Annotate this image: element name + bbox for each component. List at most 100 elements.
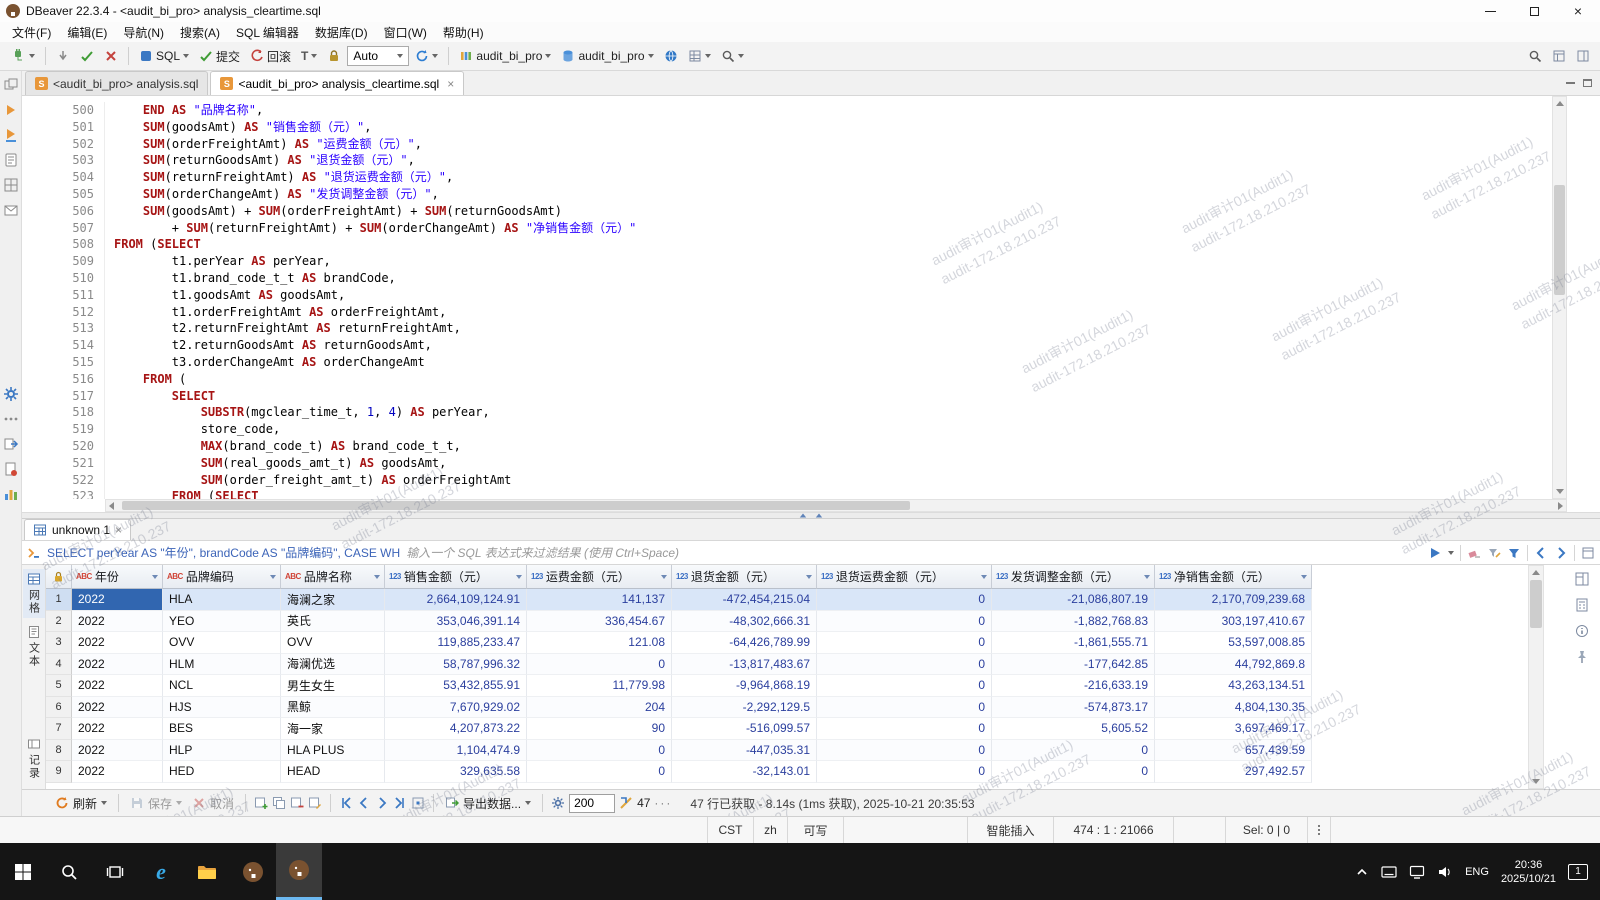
table-cell[interactable]: OVV [281,632,385,654]
table-cell[interactable]: 0 [817,589,992,611]
start-button[interactable] [0,843,46,900]
execute-check-button[interactable] [76,47,98,65]
column-filter-caret[interactable] [1301,574,1307,579]
table-cell[interactable]: 0 [817,718,992,740]
code-line[interactable]: SELECT [114,388,1600,405]
first-page-icon[interactable] [339,796,353,810]
table-cell[interactable]: 4,804,130.35 [1155,696,1312,718]
mail-icon[interactable] [3,202,19,218]
table-cell[interactable]: 0 [992,739,1155,761]
refresh-mode-button[interactable] [411,47,442,65]
column-filter-caret[interactable] [661,574,667,579]
settings-gear-icon[interactable] [3,386,19,402]
taskbar-clock[interactable]: 20:36 2025/10/21 [1501,858,1556,886]
maximize-panel-icon[interactable] [1581,546,1595,560]
pin-panel-icon[interactable] [1574,649,1590,665]
grid-view-tab[interactable]: 网格 [22,569,45,618]
input-language-indicator[interactable]: ENG [1465,866,1489,878]
filter-input-placeholder[interactable]: 输入一个 SQL 表达式来过滤结果 (使用 Ctrl+Space) [406,544,679,561]
value-panel-icon[interactable] [1574,571,1590,587]
code-line[interactable]: SUM(returnFreightAmt) AS "退货运费金额（元）", [114,169,1600,186]
table-cell[interactable]: 58,787,996.32 [385,653,527,675]
statusbar-overflow-button[interactable] [1307,817,1330,843]
column-filter-caret[interactable] [516,574,522,579]
table-cell[interactable]: 0 [817,632,992,654]
record-view-tab[interactable]: 记录 [23,734,45,783]
table-cell[interactable]: HLP [163,739,281,761]
erase-filter-icon[interactable] [1467,546,1481,560]
file-explorer-button[interactable] [184,843,230,900]
table-cell[interactable]: 黑鲸 [281,696,385,718]
result-settings-gear-icon[interactable] [551,796,565,810]
filter-funnel-icon[interactable] [1507,546,1521,560]
table-cell[interactable]: 329,635.58 [385,761,527,783]
table-cell[interactable]: 2022 [72,675,163,697]
row-number[interactable]: 9 [46,761,72,783]
column-header[interactable]: 123 退货运费金额（元） [817,565,992,589]
table-cell[interactable]: 2022 [72,632,163,654]
edit-value-icon[interactable] [308,796,322,810]
table-cell[interactable]: -2,292,129.5 [672,696,817,718]
grid-vertical-scrollbar[interactable] [1528,565,1544,789]
editor-horizontal-scrollbar[interactable] [105,499,1567,512]
row-number[interactable]: 6 [46,696,72,718]
row-number[interactable]: 7 [46,718,72,740]
menu-item[interactable]: 文件(F) [4,22,59,43]
autocommit-select[interactable]: Auto [347,46,410,66]
table-cell[interactable]: 2022 [72,610,163,632]
table-cell[interactable]: -48,302,666.31 [672,610,817,632]
touch-keyboard-icon[interactable] [1381,865,1397,879]
table-row[interactable]: 7 2022 BES 海一家 4,207,873.22 90 -516,099.57 0 5,6… [46,718,1312,740]
column-header[interactable]: 123 销售金额（元） [385,565,527,589]
internet-explorer-button[interactable]: e [138,843,184,900]
table-cell[interactable]: HLM [163,653,281,675]
refresh-button[interactable]: 刷新 [52,793,110,814]
menu-item[interactable]: 编辑(E) [59,22,115,43]
collapse-up-icon[interactable] [815,513,823,518]
table-cell[interactable]: HLA PLUS [281,739,385,761]
column-header[interactable]: ABC 年份 [72,565,163,589]
menu-item[interactable]: 窗口(W) [376,22,435,43]
table-cell[interactable]: 2022 [72,761,163,783]
column-header[interactable]: 123 运费金额（元） [527,565,672,589]
table-cell[interactable]: -32,143.01 [672,761,817,783]
editor-tab-analysis[interactable]: S <audit_bi_pro> analysis.sql [25,71,209,95]
column-header[interactable]: 123 发货调整金额（元） [992,565,1155,589]
table-cell[interactable]: NCL [163,675,281,697]
task-view-button[interactable] [92,843,138,900]
close-tab-icon[interactable]: × [115,523,122,537]
open-perspective-button[interactable] [1548,47,1570,65]
table-row[interactable]: 3 2022 OVV OVV 119,885,233.47 121.08 -64,426,7… [46,632,1312,654]
scrollbar-thumb[interactable] [1554,185,1565,295]
table-cell[interactable]: 0 [817,739,992,761]
table-cell[interactable]: 121.08 [527,632,672,654]
code-line[interactable]: t2.returnFreightAmt AS returnFreightAmt, [114,320,1600,337]
filter-history-caret[interactable] [1448,550,1454,555]
code-line[interactable]: END AS "品牌名称", [114,102,1600,119]
table-cell[interactable]: 英氏 [281,610,385,632]
scrollbar-thumb[interactable] [122,501,911,510]
restore-panes-icon[interactable] [3,77,19,93]
code-line[interactable]: FROM (SELECT [114,236,1600,253]
table-cell[interactable]: 0 [817,675,992,697]
maximize-editor-icon[interactable] [1583,79,1592,87]
edit-filter-icon[interactable] [1487,546,1501,560]
column-header[interactable]: ABC 品牌名称 [281,565,385,589]
back-arrow-icon[interactable] [1534,546,1548,560]
code-line[interactable]: SUM(goodsAmt) + SUM(orderFreightAmt) + S… [114,203,1600,220]
code-line[interactable]: FROM ( [114,371,1600,388]
code-line[interactable]: SUBSTR(mgclear_time_t, 1, 4) AS perYear, [114,404,1600,421]
table-row[interactable]: 2 2022 YEO 英氏 353,046,391.14 336,454.67 -48,30… [46,610,1312,632]
code-line[interactable]: SUM(order_freight_amt_t) AS orderFreight… [114,472,1600,489]
table-cell[interactable]: 海一家 [281,718,385,740]
column-filter-caret[interactable] [152,574,158,579]
lock-button[interactable] [323,47,345,65]
table-cell[interactable]: 2022 [72,589,163,611]
table-cell[interactable]: HED [163,761,281,783]
table-cell[interactable]: 0 [527,761,672,783]
column-filter-caret[interactable] [806,574,812,579]
next-page-icon[interactable] [375,796,389,810]
code-line[interactable]: MAX(brand_code_t) AS brand_code_t_t, [114,438,1600,455]
editor-code[interactable]: END AS "品牌名称", SUM(goodsAmt) AS "销售金额（元）… [105,102,1600,499]
table-cell[interactable]: -447,035.31 [672,739,817,761]
